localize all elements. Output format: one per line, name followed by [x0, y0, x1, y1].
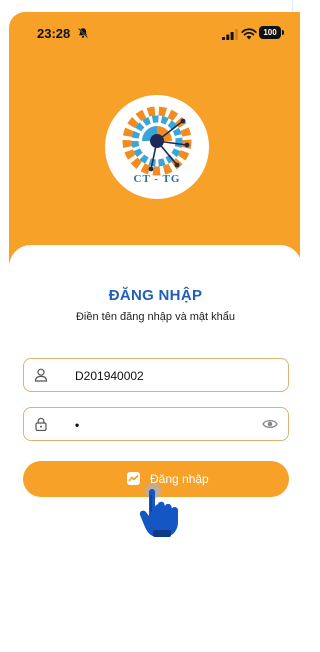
username-value: D201940002: [75, 369, 144, 383]
status-time: 23:28: [37, 26, 71, 41]
password-value: •: [75, 418, 80, 432]
bell-slash-icon: [78, 28, 88, 38]
logo-text: CT - TG: [133, 173, 181, 185]
password-field[interactable]: •: [23, 407, 289, 441]
wifi-icon: [241, 28, 257, 40]
login-card: ĐĂNG NHẬP Điền tên đăng nhập và mật khẩu…: [9, 245, 300, 652]
eye-icon[interactable]: [262, 418, 278, 430]
hand-pointer-icon: [139, 483, 178, 537]
app-logo: CT - TG: [105, 95, 209, 199]
cellular-signal-icon: [222, 29, 238, 40]
login-title: ĐĂNG NHẬP: [108, 287, 203, 304]
login-subtitle: Điền tên đăng nhập và mật khẩu: [75, 311, 235, 323]
phone-screen: 23:28 100 CT - TG ĐĂNG NHẬP Điền tên đăn…: [0, 0, 300, 652]
status-bar: 23:28 100: [9, 12, 300, 52]
app-frame: 23:28 100 CT - TG ĐĂNG NHẬP Điền tên đăn…: [9, 12, 300, 652]
user-icon: [34, 368, 48, 382]
battery-icon: 100: [259, 26, 284, 39]
username-field[interactable]: D201940002: [23, 358, 289, 392]
lock-icon: [35, 417, 47, 431]
